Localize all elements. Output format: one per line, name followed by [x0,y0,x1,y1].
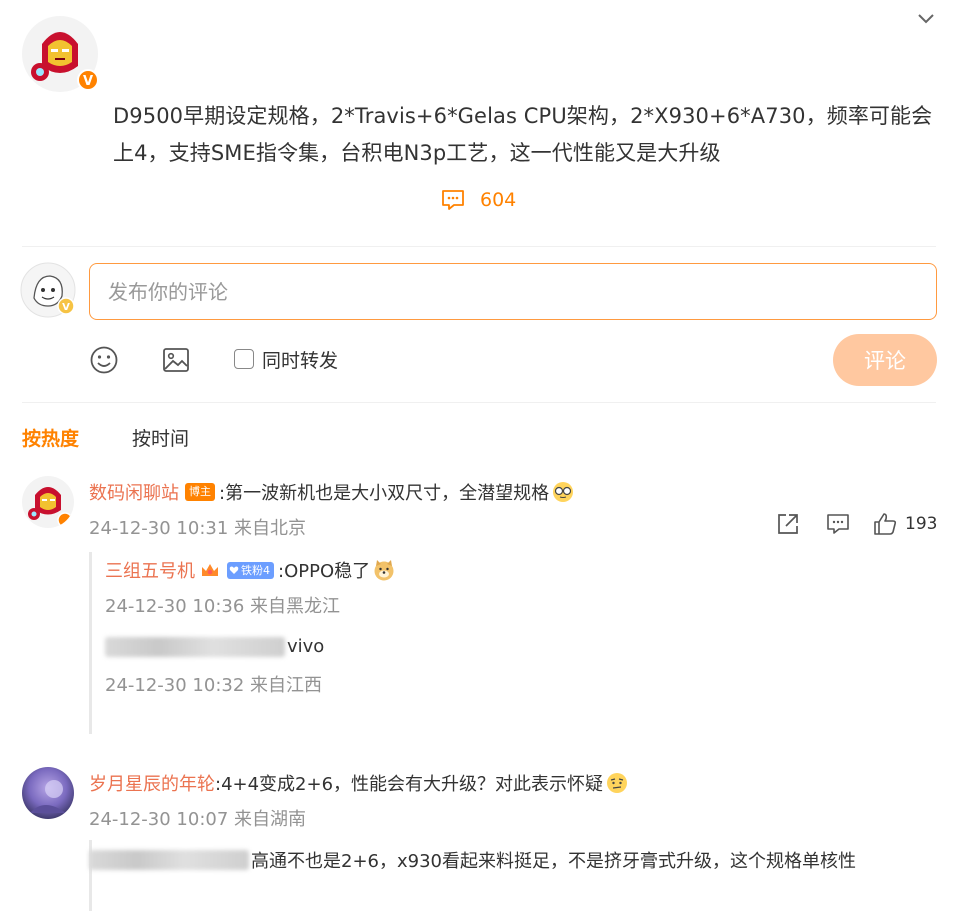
reply-line: 三组五号机 铁粉4 :OPPO稳了 [105,557,396,583]
commenter-name[interactable]: 岁月星辰的年轮 [89,770,215,796]
comment-icon [442,190,464,210]
author-avatar[interactable]: V [20,14,100,94]
comment-text: :第一波新机也是大小双尺寸，全潜望规格 [219,483,550,504]
crown-icon [202,564,218,576]
blurred-text [89,850,249,870]
reply-meta: 24-12-30 10:32 来自江西 [105,675,323,696]
chevron-down-icon[interactable] [916,10,936,28]
checkbox[interactable] [234,349,254,369]
fan-badge-label: 铁粉4 [241,563,270,577]
weibo-post-page: V D9500早期设定规格，2*Travis+6*Gelas CPU架构，2*X… [0,0,960,911]
current-user-avatar[interactable]: V [20,262,76,318]
avatar[interactable] [22,767,74,819]
comment-text: :4+4变成2+6，性能会有大升级？对此表示怀疑 [215,774,604,795]
comment-input[interactable] [89,263,937,320]
share-icon[interactable] [775,511,801,537]
comment-line: 岁月星辰的年轮 :4+4变成2+6，性能会有大升级？对此表示怀疑 [89,770,629,796]
fan-badge: 铁粉4 [227,561,274,579]
reply-text: 高通不也是2+6，x930看起来料挺足，不是挤牙膏式升级，这个规格单核性 [251,851,856,872]
commenter-avatar-image [22,476,74,528]
repost-label: 同时转发 [262,349,339,372]
commenter-name[interactable]: 数码闲聊站 [89,479,179,505]
author-badge: 博主 [185,483,215,501]
comment-meta: 24-12-30 10:31 来自北京 [89,518,307,539]
reply-line: vivo [105,636,324,657]
reply-thread-bar [89,552,92,734]
reply-line: 高通不也是2+6，x930看起来料挺足，不是挤牙膏式升级，这个规格单核性 [89,847,856,873]
comment-count-button[interactable]: 604 [440,186,516,214]
comment-count-value: 604 [480,189,517,211]
comment-meta: 24-12-30 10:07 来自湖南 [89,809,307,830]
reply-text: vivo [287,636,325,657]
tab-sort-time[interactable]: 按时间 [132,424,189,451]
reply-text: :OPPO稳了 [278,561,371,582]
replier-name[interactable]: 三组五号机 [105,557,195,583]
reply-meta: 24-12-30 10:36 来自黑龙江 [105,596,341,617]
blurred-text [105,636,285,657]
thinking-emoji-icon [607,773,628,793]
glasses-emoji-icon [553,482,574,502]
post-text: D9500早期设定规格，2*Travis+6*Gelas CPU架构，2*X93… [113,104,933,165]
svg-text:V: V [83,74,93,89]
submit-comment-button[interactable]: 评论 [833,334,937,386]
heart-icon [229,566,239,574]
emoji-icon[interactable] [88,344,120,376]
doge-emoji-icon [374,560,394,581]
repost-checkbox[interactable]: 同时转发 [234,344,338,374]
tab-sort-hot[interactable]: 按热度 [22,424,79,451]
comment-line: 数码闲聊站 博主 :第一波新机也是大小双尺寸，全潜望规格 [89,479,575,505]
like-count: 193 [905,514,938,534]
reply-comment-icon[interactable] [825,511,851,537]
image-icon[interactable] [160,344,192,376]
like-icon[interactable] [872,511,898,537]
divider [22,246,936,247]
avatar[interactable] [22,476,74,528]
divider [22,402,936,403]
commenter-avatar-image [22,767,74,819]
svg-text:V: V [62,302,70,313]
